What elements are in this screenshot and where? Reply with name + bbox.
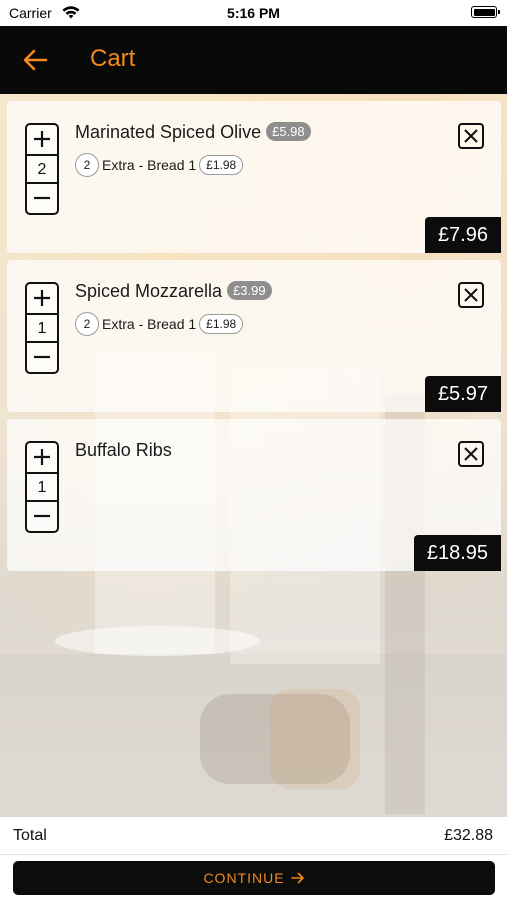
background-chair xyxy=(270,689,360,789)
remove-item-button[interactable] xyxy=(458,282,484,308)
status-time: 5:16 PM xyxy=(227,5,280,21)
cart-content[interactable]: 2 Marinated Spiced Olive £5.98 2 Extra - B… xyxy=(0,94,507,816)
background-table xyxy=(55,626,260,656)
decrease-button[interactable] xyxy=(27,500,57,531)
item-name: Buffalo Ribs xyxy=(75,440,172,460)
increase-button[interactable] xyxy=(27,284,57,315)
close-icon xyxy=(464,129,478,143)
quantity-value: 1 xyxy=(37,320,47,337)
total-value: £32.88 xyxy=(444,827,493,844)
line-total: £18.95 xyxy=(413,535,501,571)
item-extra: 2 Extra - Bread 1 £1.98 xyxy=(75,153,244,177)
quantity-stepper: 1 xyxy=(25,441,59,533)
arrow-right-icon xyxy=(290,872,304,884)
item-title: Spiced Mozzarella £3.99 xyxy=(75,281,272,302)
increase-button[interactable] xyxy=(27,125,57,156)
item-title: Buffalo Ribs xyxy=(75,440,172,461)
continue-label: CONTINUE xyxy=(203,870,285,886)
increase-button[interactable] xyxy=(27,443,57,474)
back-arrow-icon[interactable] xyxy=(22,48,48,72)
quantity-stepper: 1 xyxy=(25,282,59,374)
line-total: £7.96 xyxy=(424,217,501,253)
unit-price-badge: £5.98 xyxy=(266,122,311,141)
item-title: Marinated Spiced Olive £5.98 xyxy=(75,122,311,143)
plus-icon xyxy=(34,290,50,306)
decrease-button[interactable] xyxy=(27,341,57,372)
plus-icon xyxy=(34,449,50,465)
item-name: Marinated Spiced Olive xyxy=(75,122,262,142)
page-title: Cart xyxy=(90,45,136,72)
cart-footer: Total £32.88 CONTINUE xyxy=(0,816,507,900)
cart-item: 1 Spiced Mozzarella £3.99 2 Extra - Bread … xyxy=(7,260,501,412)
unit-price-badge: £3.99 xyxy=(227,281,272,300)
line-total: £5.97 xyxy=(424,376,501,412)
plus-icon xyxy=(34,131,50,147)
close-icon xyxy=(464,288,478,302)
quantity-value: 1 xyxy=(37,479,47,496)
remove-item-button[interactable] xyxy=(458,123,484,149)
battery-icon xyxy=(471,6,500,18)
total-row: Total £32.88 xyxy=(0,817,507,855)
remove-item-button[interactable] xyxy=(458,441,484,467)
close-icon xyxy=(464,447,478,461)
extra-quantity: 2 xyxy=(75,312,99,336)
extra-name: Extra - Bread 1 xyxy=(102,316,197,332)
item-extra: 2 Extra - Bread 1 £1.98 xyxy=(75,312,244,336)
quantity-value: 2 xyxy=(37,161,47,178)
total-label: Total xyxy=(13,827,47,844)
cart-item: 1 Buffalo Ribs £18.95 xyxy=(7,419,501,571)
extra-price: £1.98 xyxy=(199,155,244,175)
minus-icon xyxy=(34,355,50,359)
minus-icon xyxy=(34,514,50,518)
cart-item: 2 Marinated Spiced Olive £5.98 2 Extra - B… xyxy=(7,101,501,253)
minus-icon xyxy=(34,196,50,200)
continue-button[interactable]: CONTINUE xyxy=(13,861,495,895)
extra-price: £1.98 xyxy=(199,314,244,334)
extra-name: Extra - Bread 1 xyxy=(102,157,197,173)
quantity-stepper: 2 xyxy=(25,123,59,215)
status-bar: Carrier 5:16 PM xyxy=(0,0,507,26)
nav-bar: Cart xyxy=(0,26,507,94)
item-name: Spiced Mozzarella xyxy=(75,281,223,301)
extra-quantity: 2 xyxy=(75,153,99,177)
decrease-button[interactable] xyxy=(27,182,57,213)
